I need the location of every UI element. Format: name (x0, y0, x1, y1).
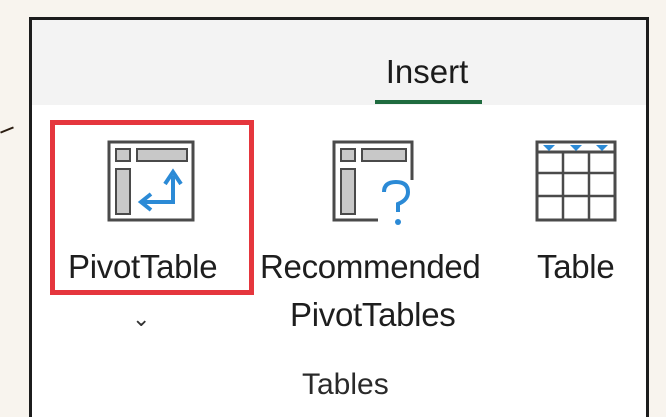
pivottable-label: PivotTable (68, 248, 218, 285)
table-icon (535, 140, 617, 222)
tab-insert[interactable]: Insert (371, 53, 483, 91)
recommended-label-line2: PivotTables (290, 296, 456, 333)
decorative-dash (0, 126, 14, 134)
ribbon-tab-bar: Insert (32, 20, 646, 105)
recommended-pivottables-icon (332, 140, 418, 228)
recommended-label-line1: Recommended (260, 248, 481, 285)
ribbon-panel: Insert PivotTable ⌄ Recommended PivotTab… (29, 17, 649, 417)
table-label: Table (537, 248, 615, 285)
pivottable-icon (107, 140, 195, 222)
active-tab-underline (375, 100, 482, 104)
chevron-down-icon[interactable]: ⌄ (132, 306, 150, 332)
